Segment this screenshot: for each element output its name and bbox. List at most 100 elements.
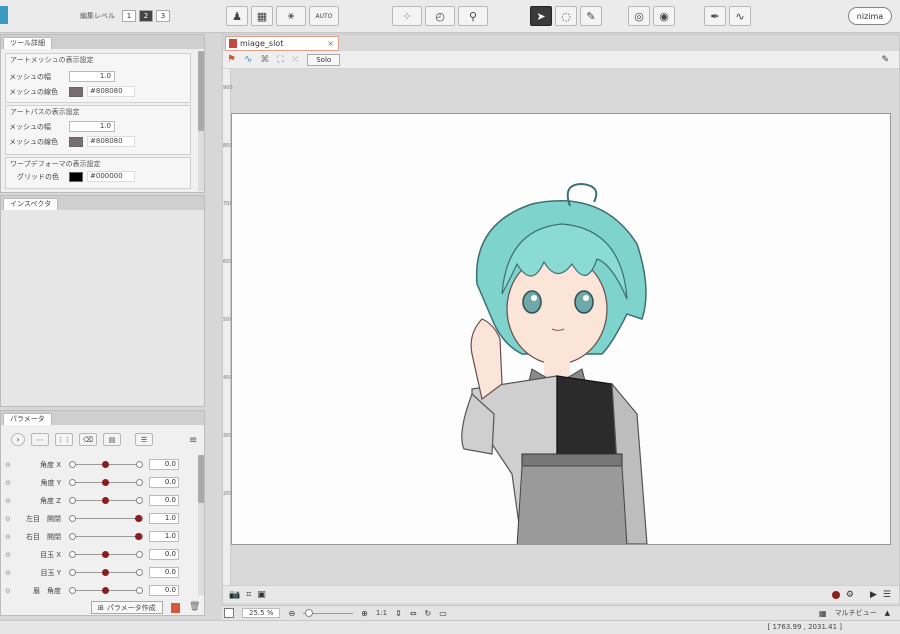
parameter-row[interactable]: ⊝ 角度 Z 0.0 <box>5 492 197 509</box>
rotation-deformer-icon[interactable]: ◴ <box>425 6 455 26</box>
art-mesh-width-field[interactable]: 1.0 <box>69 71 115 82</box>
slider-min-handle[interactable] <box>69 550 76 558</box>
slider-knob[interactable] <box>102 460 109 468</box>
art-mesh-color-field[interactable]: #808080 <box>87 86 135 97</box>
key-list-icon[interactable]: ⋮⋮ <box>55 433 73 446</box>
folder-icon[interactable] <box>171 603 180 613</box>
lasso-icon[interactable]: ◌ <box>555 6 577 26</box>
parameter-value-field[interactable]: 0.0 <box>149 495 179 506</box>
slider-min-handle[interactable] <box>69 532 76 540</box>
model-canvas[interactable] <box>231 113 891 547</box>
record-icon[interactable] <box>831 590 840 599</box>
parameter-row[interactable]: ⊝ 目玉 X 0.0 <box>5 546 197 563</box>
lock-icon[interactable]: ⊝ <box>5 461 13 469</box>
zoom-slider-knob[interactable] <box>305 608 314 617</box>
level-1-button[interactable]: 1 <box>122 10 136 22</box>
slider-knob[interactable] <box>102 568 109 576</box>
key-blend-icon[interactable]: ▤ <box>103 433 121 446</box>
settings-gear-icon[interactable]: ⚙ <box>846 590 854 600</box>
lock-icon[interactable]: ⊝ <box>5 479 13 487</box>
lock-icon[interactable]: ⊝ <box>5 587 13 595</box>
brush-select-icon[interactable]: ✎ <box>580 6 602 26</box>
person-mesh-icon[interactable]: ♟ <box>226 6 248 26</box>
slider-max-handle[interactable] <box>136 496 143 504</box>
tool-details-scroll-thumb[interactable] <box>198 51 204 131</box>
slider-knob[interactable] <box>102 496 109 504</box>
tool-details-scrollbar[interactable] <box>198 51 204 191</box>
level-2-button[interactable]: 2 <box>139 10 153 22</box>
link-icon[interactable]: ∿ <box>244 54 252 65</box>
pin-icon[interactable]: ✎ <box>881 55 889 65</box>
glue-icon[interactable]: ⚲ <box>458 6 488 26</box>
parameter-value-field[interactable]: 0.0 <box>149 549 179 560</box>
slider-min-handle[interactable] <box>69 568 76 576</box>
camera-icon[interactable]: 📷 <box>229 590 240 600</box>
parameters-scrollbar[interactable] <box>198 455 204 595</box>
warp-deformer-icon[interactable]: ⁘ <box>392 6 422 26</box>
zoom-out-icon[interactable]: ⊖ <box>288 609 295 618</box>
key-add-icon[interactable]: ⋯ <box>31 433 49 446</box>
parameter-slider[interactable] <box>69 550 143 560</box>
art-path-color-swatch[interactable] <box>69 136 83 147</box>
slider-knob[interactable] <box>102 550 109 558</box>
mesh-edit-icon[interactable]: ▦ <box>251 6 273 26</box>
background-color-icon[interactable] <box>224 608 234 618</box>
slider-max-handle[interactable] <box>136 460 143 468</box>
close-tab-icon[interactable]: × <box>327 37 334 50</box>
deformer-view-icon[interactable]: ⌘ <box>260 55 269 65</box>
slider-min-handle[interactable] <box>69 460 76 468</box>
parameter-value-field[interactable]: 0.0 <box>149 585 179 596</box>
parameter-slider[interactable] <box>69 586 143 596</box>
parameters-tab[interactable]: パラメータ <box>3 413 52 425</box>
slider-min-handle[interactable] <box>69 496 76 504</box>
parameter-value-field[interactable]: 1.0 <box>149 531 179 542</box>
trash-icon[interactable]: 🗑 <box>189 602 200 612</box>
scene-blend-icon[interactable]: ◉ <box>653 6 675 26</box>
grid-view-icon[interactable]: ⁙ <box>292 55 300 65</box>
chevron-up-icon[interactable]: ▲ <box>885 609 890 617</box>
slider-max-handle[interactable] <box>136 568 143 576</box>
parameter-slider[interactable] <box>69 460 143 470</box>
parameters-scroll-thumb[interactable] <box>198 455 204 503</box>
play-icon[interactable]: ▶ <box>870 590 877 600</box>
zoom-field[interactable]: 25.5 % <box>242 608 281 618</box>
curve-tool-icon[interactable]: ∿ <box>729 6 751 26</box>
parameter-value-field[interactable]: 0.0 <box>149 459 179 470</box>
parameter-value-field[interactable]: 0.0 <box>149 477 179 488</box>
parameter-value-field[interactable]: 1.0 <box>149 513 179 524</box>
slider-min-handle[interactable] <box>69 478 76 486</box>
grid-color-field[interactable]: #000000 <box>87 171 135 182</box>
zoom-slider[interactable] <box>303 608 354 617</box>
inspector-tab[interactable]: インスペクタ <box>3 198 59 210</box>
slider-max-handle[interactable] <box>136 586 143 594</box>
slider-knob[interactable] <box>135 532 142 540</box>
parameter-row[interactable]: ⊝ 目玉 Y 0.0 <box>5 564 197 581</box>
play-circle-icon[interactable]: › <box>11 433 25 446</box>
solo-button[interactable]: Solo <box>307 53 341 66</box>
slider-knob[interactable] <box>102 478 109 486</box>
playlist-icon[interactable]: ☰ <box>883 590 891 600</box>
pen-tool-icon[interactable]: ✒ <box>704 6 726 26</box>
ratio-button[interactable]: 1:1 <box>376 609 387 617</box>
arrow-select-icon[interactable]: ➤ <box>530 6 552 26</box>
grid-color-swatch[interactable] <box>69 171 83 182</box>
art-path-color-field[interactable]: #808080 <box>87 136 135 147</box>
physics-icon[interactable]: ◎ <box>628 6 650 26</box>
lock-icon[interactable]: ⊝ <box>5 497 13 505</box>
fit-width-icon[interactable]: ⇔ <box>410 609 417 618</box>
zoom-in-icon[interactable]: ⊕ <box>361 609 368 618</box>
display-mode-icon[interactable]: ▭ <box>439 609 447 618</box>
nizima-logo[interactable]: nizima <box>848 7 892 25</box>
key-delete-icon[interactable]: ⌫ <box>79 433 97 446</box>
lock-icon[interactable]: ⊝ <box>5 551 13 559</box>
slider-max-handle[interactable] <box>136 550 143 558</box>
parameter-value-field[interactable]: 0.0 <box>149 567 179 578</box>
document-tab[interactable]: miage_slot × <box>225 36 339 51</box>
art-mesh-color-swatch[interactable] <box>69 86 83 97</box>
art-path-width-field[interactable]: 1.0 <box>69 121 115 132</box>
parameter-slider[interactable] <box>69 514 143 524</box>
slider-knob[interactable] <box>135 514 142 522</box>
parameter-row[interactable]: ⊝ 左目 開閉 1.0 <box>5 510 197 527</box>
multi-view-icon[interactable]: ▦ <box>819 609 827 618</box>
frame-icon[interactable]: ⛶ <box>277 55 283 65</box>
